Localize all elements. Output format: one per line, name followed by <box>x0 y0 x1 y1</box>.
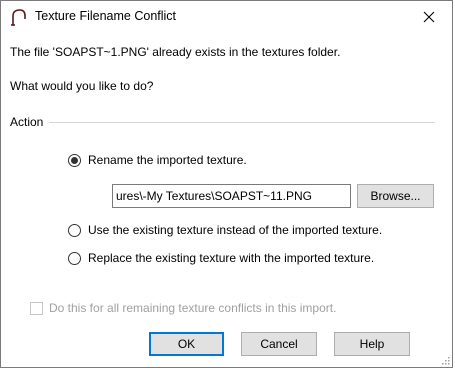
radio-rename[interactable]: Rename the imported texture. <box>68 153 247 167</box>
resize-grip-icon[interactable] <box>440 355 450 365</box>
browse-button[interactable]: Browse... <box>357 184 434 208</box>
apply-all-checkbox-row: Do this for all remaining texture confli… <box>30 301 336 315</box>
radio-use-existing[interactable]: Use the existing texture instead of the … <box>68 223 382 237</box>
rename-path-field[interactable]: ures\-My Textures\SOAPST~11.PNG <box>112 184 351 208</box>
radio-replace-label: Replace the existing texture with the im… <box>88 251 375 265</box>
help-button[interactable]: Help <box>334 332 410 356</box>
radio-button-use-existing[interactable] <box>68 223 81 237</box>
radio-use-existing-label: Use the existing texture instead of the … <box>88 223 383 237</box>
arch-icon <box>11 9 26 26</box>
close-icon <box>423 11 435 22</box>
question-text: What would you like to do? <box>10 79 154 93</box>
title-bar: Texture Filename Conflict <box>1 1 452 32</box>
rename-path-value: ures\-My Textures\SOAPST~11.PNG <box>116 189 312 203</box>
radio-button-replace[interactable] <box>68 251 81 265</box>
texture-conflict-dialog: Texture Filename Conflict The file 'SOAP… <box>0 0 453 368</box>
radio-button-rename[interactable] <box>68 153 81 167</box>
window-title: Texture Filename Conflict <box>35 9 177 23</box>
apply-all-label: Do this for all remaining texture confli… <box>49 301 337 315</box>
conflict-message: The file 'SOAPST~1.PNG' already exists i… <box>10 45 341 59</box>
action-group-label: Action <box>10 115 50 129</box>
cancel-button[interactable]: Cancel <box>241 332 317 356</box>
radio-rename-label: Rename the imported texture. <box>88 153 247 167</box>
action-group-divider <box>10 122 435 123</box>
apply-all-checkbox <box>30 301 43 315</box>
ok-button[interactable]: OK <box>149 332 224 356</box>
close-button[interactable] <box>406 1 452 32</box>
radio-replace[interactable]: Replace the existing texture with the im… <box>68 251 374 265</box>
